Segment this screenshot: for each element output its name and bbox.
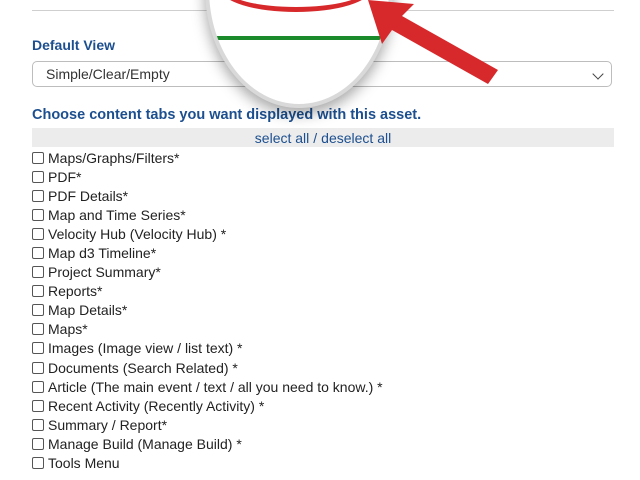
- checkbox[interactable]: [32, 361, 44, 374]
- checkbox[interactable]: [32, 380, 44, 393]
- checkbox[interactable]: [32, 437, 44, 450]
- content-tab-option: Images (Image view / list text) *: [32, 339, 383, 358]
- content-tab-option: Tools Menu: [32, 454, 383, 473]
- checkbox[interactable]: [32, 304, 44, 317]
- highlight-circle: [221, 0, 371, 12]
- content-tabs-list: Maps/Graphs/Filters* PDF* PDF Details* M…: [32, 148, 383, 473]
- content-tab-label[interactable]: Images (Image view / list text) *: [48, 340, 243, 356]
- checkbox[interactable]: [32, 285, 44, 298]
- red-arrow-icon: [368, 0, 498, 84]
- content-tab-option: Map and Time Series*: [32, 205, 383, 224]
- select-all-bar: select all / deselect all: [32, 128, 614, 147]
- content-tab-label[interactable]: Velocity Hub (Velocity Hub) *: [48, 226, 226, 242]
- default-view-selected-value: Simple/Clear/Empty: [46, 66, 170, 82]
- content-tab-option: Recent Activity (Recently Activity) *: [32, 396, 383, 415]
- content-tab-label[interactable]: PDF*: [48, 169, 81, 185]
- content-tab-label[interactable]: Documents (Search Related) *: [48, 360, 238, 376]
- content-tab-label[interactable]: Map and Time Series*: [48, 207, 186, 223]
- checkbox[interactable]: [32, 342, 44, 355]
- content-tab-label[interactable]: Article (The main event / text / all you…: [48, 379, 383, 395]
- content-tab-label[interactable]: Map Details*: [48, 302, 127, 318]
- checkbox[interactable]: [32, 170, 44, 183]
- content-tab-label[interactable]: PDF Details*: [48, 188, 128, 204]
- checkbox[interactable]: [32, 266, 44, 279]
- content-tab-option: PDF Details*: [32, 186, 383, 205]
- deselect-all-link[interactable]: deselect all: [321, 130, 391, 146]
- content-tab-label[interactable]: Maps/Graphs/Filters*: [48, 150, 179, 166]
- content-tab-option: Maps/Graphs/Filters*: [32, 148, 383, 167]
- content-tab-option: Maps*: [32, 320, 383, 339]
- checkbox[interactable]: [32, 208, 44, 221]
- checkbox[interactable]: [32, 227, 44, 240]
- content-tab-label[interactable]: Tools Menu: [48, 455, 120, 471]
- content-tab-option: Map d3 Timeline*: [32, 243, 383, 262]
- select-separator: /: [313, 129, 318, 146]
- content-tab-option: Velocity Hub (Velocity Hub) *: [32, 224, 383, 243]
- content-tab-option: Map Details*: [32, 301, 383, 320]
- content-tab-option: PDF*: [32, 167, 383, 186]
- checkbox[interactable]: [32, 399, 44, 412]
- content-tab-label[interactable]: Project Summary*: [48, 264, 161, 280]
- select-all-link[interactable]: select all: [255, 130, 309, 146]
- content-tab-option: Manage Build (Manage Build) *: [32, 434, 383, 453]
- checkbox[interactable]: [32, 247, 44, 260]
- content-tabs-heading: Choose content tabs you want displayed w…: [32, 107, 422, 123]
- content-tab-option: Article (The main event / text / all you…: [32, 377, 383, 396]
- content-tab-label[interactable]: Summary / Report*: [48, 417, 167, 433]
- content-tab-option: Reports*: [32, 282, 383, 301]
- chevron-down-icon: [592, 68, 604, 80]
- checkbox[interactable]: [32, 323, 44, 336]
- checkbox[interactable]: [32, 151, 44, 164]
- content-tab-label[interactable]: Map d3 Timeline*: [48, 245, 156, 261]
- content-tab-label[interactable]: Recent Activity (Recently Activity) *: [48, 398, 264, 414]
- content-tab-option: Summary / Report*: [32, 415, 383, 434]
- checkbox[interactable]: [32, 189, 44, 202]
- content-tab-option: Project Summary*: [32, 263, 383, 282]
- content-tab-label[interactable]: Reports*: [48, 283, 102, 299]
- content-tab-option: Documents (Search Related) *: [32, 358, 383, 377]
- content-tab-label[interactable]: Manage Build (Manage Build) *: [48, 436, 242, 452]
- checkbox[interactable]: [32, 418, 44, 431]
- default-view-label: Default View: [32, 37, 115, 53]
- checkbox[interactable]: [32, 457, 44, 470]
- content-tab-label[interactable]: Maps*: [48, 321, 88, 337]
